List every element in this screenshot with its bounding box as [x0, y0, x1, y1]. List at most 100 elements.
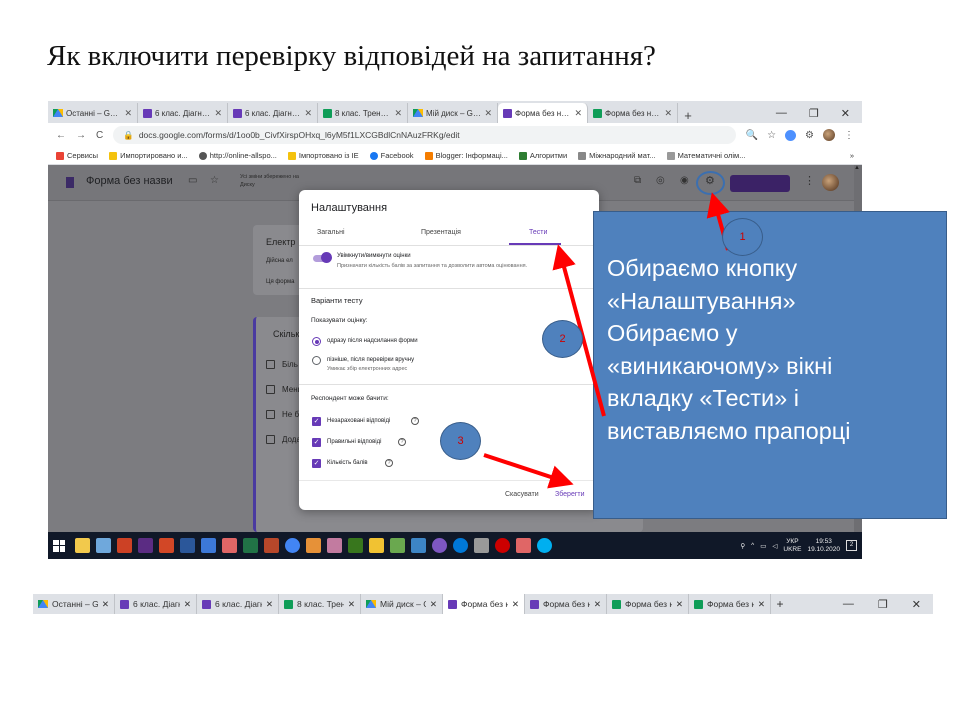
browser-tab[interactable]: Форма без н ✕: [525, 594, 607, 614]
close-icon[interactable]: ✕: [430, 599, 437, 610]
browser-tab[interactable]: 6 клас. Діагн ✕: [115, 594, 197, 614]
app-icon[interactable]: [327, 538, 342, 553]
forward-icon[interactable]: →: [76, 130, 86, 141]
yandex-icon[interactable]: [495, 538, 510, 553]
user-avatar[interactable]: [822, 174, 839, 191]
more-dots-icon[interactable]: ⋮: [804, 174, 815, 187]
bookmark-item[interactable]: Математичні олім...: [666, 151, 745, 160]
close-icon[interactable]: ✕: [484, 108, 492, 119]
close-icon[interactable]: ✕: [574, 108, 582, 119]
volume-icon[interactable]: ◁: [772, 542, 777, 550]
close-icon[interactable]: ✕: [758, 599, 765, 610]
new-tab-button[interactable]: +: [678, 108, 698, 123]
word-icon[interactable]: [180, 538, 195, 553]
scroll-up-icon[interactable]: ▲: [854, 165, 860, 171]
app-icon[interactable]: [348, 538, 363, 553]
browser-tab[interactable]: Форма без н ✕: [607, 594, 689, 614]
app-icon[interactable]: [201, 538, 216, 553]
send-button[interactable]: [730, 175, 790, 192]
back-icon[interactable]: ←: [56, 130, 66, 141]
close-icon[interactable]: ✕: [664, 108, 672, 119]
app-icon[interactable]: [516, 538, 531, 553]
close-icon[interactable]: ✕: [512, 599, 519, 610]
browser-tab[interactable]: 6 клас. Діагн ✕: [197, 594, 279, 614]
close-icon[interactable]: ✕: [304, 108, 312, 119]
bookmark-item[interactable]: Імпортовано із IE: [287, 151, 359, 160]
radio-immediately[interactable]: [312, 337, 321, 346]
bookmark-item[interactable]: Міжнародний мат...: [578, 151, 656, 160]
app-icon[interactable]: [411, 538, 426, 553]
browser-tab[interactable]: 6 клас. Діагност ✕: [138, 103, 228, 123]
browser-tab[interactable]: Форма без назв ✕: [588, 103, 678, 123]
browser-tab[interactable]: 8 клас. Тренува ✕: [318, 103, 408, 123]
maximize-icon[interactable]: ❐: [878, 598, 888, 611]
star-icon[interactable]: ☆: [767, 130, 776, 141]
help-icon[interactable]: ?: [398, 438, 406, 446]
palette-icon[interactable]: ◎: [656, 175, 665, 186]
reload-icon[interactable]: C: [96, 130, 103, 141]
app-icon[interactable]: [96, 538, 111, 553]
star-icon[interactable]: ☆: [210, 175, 219, 186]
powerpoint-icon[interactable]: [159, 538, 174, 553]
language-indicator[interactable]: УКР UKRE: [783, 538, 801, 554]
app-icon[interactable]: [222, 538, 237, 553]
chrome-icon[interactable]: [285, 538, 300, 553]
network-icon[interactable]: ▭: [760, 542, 766, 550]
radio-later[interactable]: [312, 356, 321, 365]
viber-icon[interactable]: [432, 538, 447, 553]
chevron-up-icon[interactable]: ^: [751, 542, 754, 549]
windows-start-icon[interactable]: [53, 539, 65, 552]
close-icon[interactable]: ✕: [102, 599, 109, 610]
new-tab-button[interactable]: +: [771, 597, 789, 611]
profile-avatar[interactable]: [823, 129, 835, 141]
app-icon[interactable]: [264, 538, 279, 553]
browser-tab[interactable]: Останні – Goog✕: [33, 594, 115, 614]
browser-tab-active[interactable]: Форма без назв ✕: [498, 103, 588, 123]
browser-tab[interactable]: Мій диск – Goo ✕: [408, 103, 498, 123]
app-icon[interactable]: [306, 538, 321, 553]
close-window-icon[interactable]: ✕: [912, 598, 921, 611]
checkbox-point-values[interactable]: ✓: [312, 459, 321, 468]
notification-icon[interactable]: 2: [846, 540, 857, 551]
bookmark-item[interactable]: Blogger: Інформаці...: [424, 151, 508, 160]
edge-icon[interactable]: [453, 538, 468, 553]
app-icon[interactable]: [390, 538, 405, 553]
app-icon[interactable]: [138, 538, 153, 553]
bookmark-item[interactable]: Алгоритми: [518, 151, 567, 160]
tab-general[interactable]: Загальні: [317, 229, 345, 236]
browser-tab[interactable]: Мій диск – G ✕: [361, 594, 443, 614]
grading-toggle-knob[interactable]: [321, 252, 332, 263]
tab-presentation[interactable]: Презентація: [421, 229, 461, 236]
clock[interactable]: 19:53 19.10.2020: [807, 538, 840, 554]
bookmarks-more[interactable]: »: [850, 151, 854, 160]
close-icon[interactable]: ✕: [124, 108, 132, 119]
close-icon[interactable]: ✕: [676, 599, 683, 610]
bookmark-item[interactable]: Facebook: [369, 151, 414, 160]
close-icon[interactable]: ✕: [348, 599, 355, 610]
zoom-icon[interactable]: 🔍: [746, 130, 758, 141]
addon-icon[interactable]: ⧉: [634, 175, 641, 186]
close-window-icon[interactable]: ✕: [841, 107, 850, 120]
checkbox-missed-answers[interactable]: ✓: [312, 417, 321, 426]
maximize-icon[interactable]: ❐: [809, 107, 819, 120]
help-icon[interactable]: ?: [385, 459, 393, 467]
cancel-button[interactable]: Скасувати: [505, 491, 539, 498]
bookmark-item[interactable]: http://online-allspo...: [198, 151, 277, 160]
save-button[interactable]: Зберегти: [555, 491, 585, 498]
preview-eye-icon[interactable]: ◉: [680, 175, 689, 186]
extension-icon[interactable]: [785, 129, 797, 141]
form-name[interactable]: Форма без назви: [86, 175, 173, 187]
file-explorer-icon[interactable]: [75, 538, 90, 553]
skype-icon[interactable]: [537, 538, 552, 553]
browser-tab[interactable]: 6 клас. Діагност ✕: [228, 103, 318, 123]
help-icon[interactable]: ?: [411, 417, 419, 425]
browser-tab-active[interactable]: Форма без н ✕: [443, 594, 525, 614]
person-icon[interactable]: ⚲: [740, 542, 745, 550]
close-icon[interactable]: ✕: [394, 108, 402, 119]
bookmark-item[interactable]: Импортировано и...: [109, 151, 188, 160]
app-icon[interactable]: [117, 538, 132, 553]
browser-tab[interactable]: 8 клас. Трен ✕: [279, 594, 361, 614]
close-icon[interactable]: ✕: [594, 599, 601, 610]
url-field[interactable]: 🔒 docs.google.com/forms/d/1oo0b_CivfXirs…: [113, 126, 736, 144]
checkbox-correct-answers[interactable]: ✓: [312, 438, 321, 447]
